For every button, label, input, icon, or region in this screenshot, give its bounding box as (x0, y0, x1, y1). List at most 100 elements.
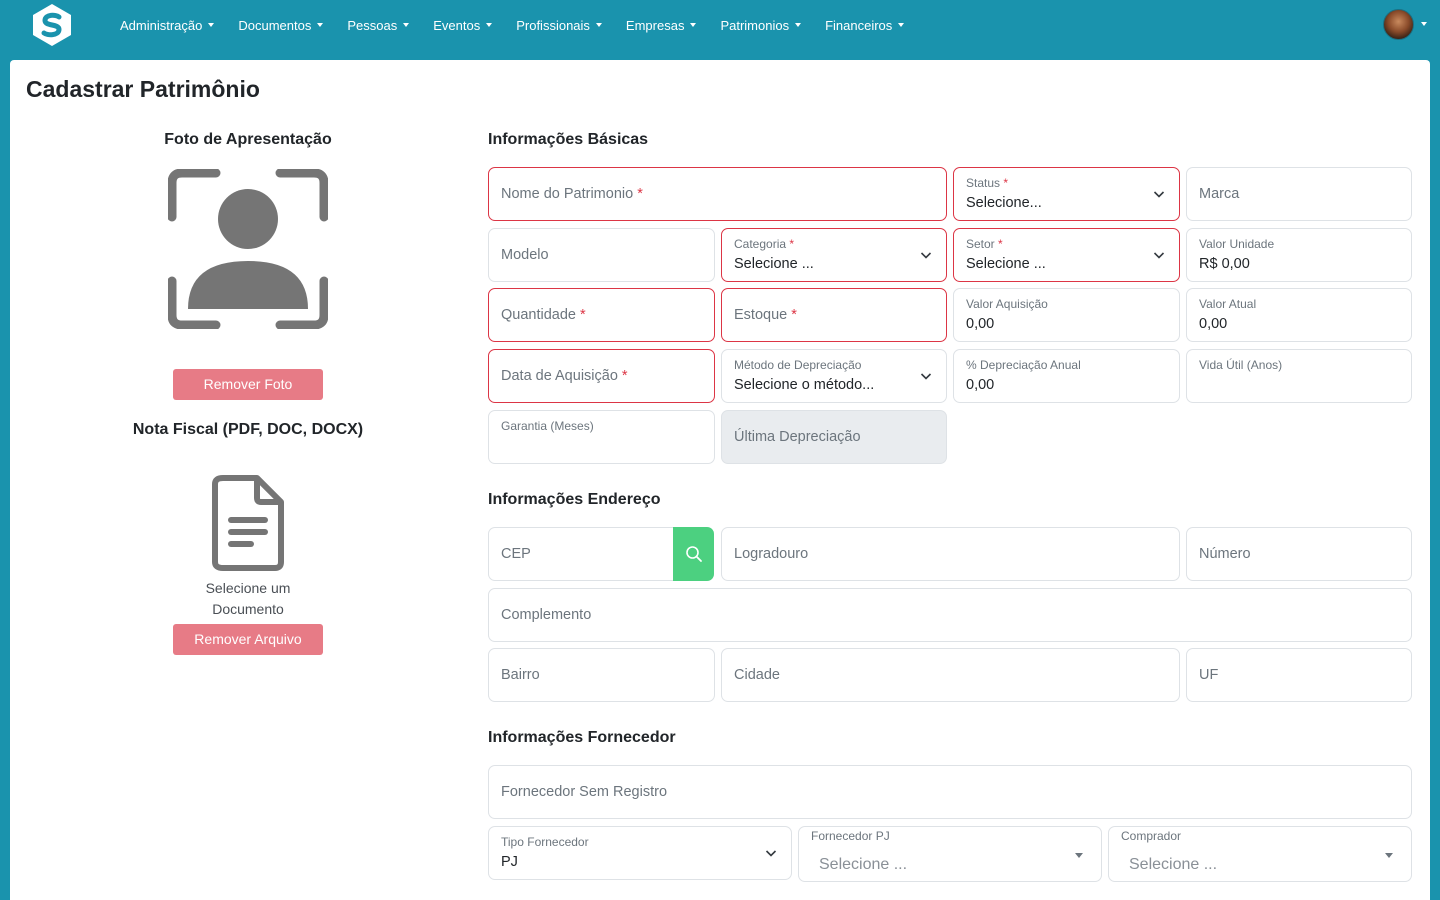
ultima-depreciacao-placeholder: Última Depreciação (734, 429, 861, 445)
label-text: Status (966, 176, 1001, 190)
caret-down-icon (317, 23, 324, 27)
complemento-input[interactable]: Complemento (488, 588, 1412, 642)
complemento-placeholder: Complemento (501, 607, 592, 623)
valor-aquisicao-input[interactable]: Valor Aquisição 0,00 (953, 288, 1180, 342)
caret-down-icon (795, 23, 802, 27)
photo-heading: Foto de Apresentação (164, 131, 332, 148)
main-nav-menu: Administração Documentos Pessoas Eventos… (120, 0, 928, 50)
valor-atual-value: 0,00 (1199, 316, 1228, 332)
modelo-input[interactable]: Modelo (488, 228, 715, 282)
chevron-down-icon (920, 373, 932, 380)
chevron-down-icon (1153, 252, 1165, 259)
nome-patrimonio-placeholder: Nome do Patrimonio * (501, 186, 643, 202)
nav-item-label: Pessoas (347, 17, 398, 33)
uf-input[interactable]: UF (1186, 648, 1412, 702)
vida-util-input[interactable]: Vida Útil (Anos) (1186, 349, 1412, 403)
metodo-depreciacao-select[interactable]: Método de Depreciação Selecione o método… (721, 349, 947, 403)
valor-unidade-label: Valor Unidade (1199, 237, 1275, 251)
garantia-label: Garantia (Meses) (501, 419, 594, 433)
basic-info-heading: Informações Básicas (488, 131, 649, 148)
depreciacao-anual-input[interactable]: % Depreciação Anual 0,00 (953, 349, 1180, 403)
caret-down-icon (898, 23, 905, 27)
bairro-input[interactable]: Bairro (488, 648, 715, 702)
modelo-placeholder: Modelo (501, 247, 549, 263)
user-photo-placeholder-icon[interactable] (168, 169, 328, 329)
status-select[interactable]: Status * Selecione... (953, 167, 1180, 221)
metodo-depreciacao-label: Método de Depreciação (734, 358, 862, 372)
nav-item-label: Financeiros (825, 17, 893, 33)
required-marker: * (580, 307, 586, 323)
cep-search-button[interactable] (673, 527, 714, 581)
cidade-input[interactable]: Cidade (721, 648, 1180, 702)
nav-item-pessoas[interactable]: Pessoas (347, 17, 410, 33)
invoice-heading: Nota Fiscal (PDF, DOC, DOCX) (132, 421, 364, 438)
select-document-text[interactable]: Selecione um Documento (173, 578, 323, 620)
setor-select[interactable]: Setor * Selecione ... (953, 228, 1180, 282)
placeholder-text: Data de Aquisição (501, 368, 618, 384)
status-label: Status * (966, 176, 1008, 190)
nav-item-label: Eventos (433, 17, 481, 33)
quantidade-input[interactable]: Quantidade * (488, 288, 715, 342)
logradouro-input[interactable]: Logradouro (721, 527, 1180, 581)
required-marker: * (621, 368, 628, 384)
chevron-down-icon (1153, 191, 1165, 198)
nav-item-eventos[interactable]: Eventos (433, 17, 493, 33)
vida-util-label: Vida Útil (Anos) (1199, 358, 1283, 372)
main-card: Cadastrar Patrimônio Foto de Apresentaçã… (10, 60, 1430, 900)
nav-item-label: Patrimonios (720, 17, 790, 33)
tipo-fornecedor-value: PJ (501, 854, 518, 870)
remove-photo-button[interactable]: Remover Foto (173, 369, 323, 400)
label-text: Setor (966, 237, 995, 251)
chevron-down-icon (920, 252, 932, 259)
caret-down-icon (690, 23, 697, 27)
nav-item-empresas[interactable]: Empresas (626, 18, 697, 33)
placeholder-text: Quantidade (501, 307, 576, 323)
depreciacao-anual-value: 0,00 (966, 377, 995, 393)
bairro-placeholder: Bairro (501, 667, 540, 683)
user-avatar[interactable] (1383, 9, 1414, 40)
tipo-fornecedor-select[interactable]: Tipo Fornecedor PJ (488, 826, 792, 880)
search-icon (685, 546, 702, 562)
caret-down-icon (1385, 853, 1393, 858)
required-marker: * (998, 237, 1003, 251)
required-marker: * (789, 237, 795, 251)
caret-down-icon (208, 23, 215, 27)
s-logo-icon[interactable] (30, 3, 74, 47)
caret-down-icon (595, 23, 602, 27)
nav-item-administracao[interactable]: Administração (120, 17, 215, 33)
nav-item-profissionais[interactable]: Profissionais (516, 18, 602, 33)
nav-item-patrimonios[interactable]: Patrimonios (720, 17, 802, 33)
estoque-placeholder: Estoque * (734, 307, 797, 323)
numero-input[interactable]: Número (1186, 527, 1412, 581)
caret-down-icon[interactable] (1421, 22, 1427, 26)
fornecedor-pj-placeholder: Selecione ... (819, 856, 908, 873)
comprador-select[interactable]: Comprador Selecione ... (1108, 826, 1412, 882)
remove-file-button[interactable]: Remover Arquivo (173, 624, 323, 655)
garantia-input[interactable]: Garantia (Meses) (488, 410, 715, 464)
required-marker: * (1003, 176, 1009, 190)
setor-value: Selecione ... (966, 256, 1046, 272)
valor-unidade-input[interactable]: Valor Unidade R$ 0,00 (1186, 228, 1412, 282)
fornecedor-pj-select[interactable]: Fornecedor PJ Selecione ... (798, 826, 1102, 882)
estoque-input[interactable]: Estoque * (721, 288, 947, 342)
document-icon[interactable] (211, 474, 285, 572)
nome-patrimonio-input[interactable]: Nome do Patrimonio * (488, 167, 947, 221)
label-text: Categoria (734, 237, 787, 251)
marca-input[interactable]: Marca (1186, 167, 1412, 221)
uf-placeholder: UF (1199, 667, 1219, 683)
cep-input[interactable]: CEP (488, 527, 679, 581)
categoria-select[interactable]: Categoria * Selecione ... (721, 228, 947, 282)
nav-item-label: Documentos (238, 17, 312, 33)
quantidade-placeholder: Quantidade * (501, 307, 586, 323)
cep-placeholder: CEP (501, 546, 531, 562)
nav-item-documentos[interactable]: Documentos (238, 17, 324, 33)
tipo-fornecedor-label: Tipo Fornecedor (501, 835, 589, 849)
fornecedor-sem-registro-input[interactable]: Fornecedor Sem Registro (488, 765, 1412, 819)
valor-atual-input[interactable]: Valor Atual 0,00 (1186, 288, 1412, 342)
chevron-down-icon (765, 850, 777, 857)
nav-item-financeiros[interactable]: Financeiros (825, 17, 905, 33)
data-aquisicao-input[interactable]: Data de Aquisição * (488, 349, 715, 403)
setor-label: Setor * (966, 237, 1003, 251)
top-navbar: Administração Documentos Pessoas Eventos… (0, 0, 1440, 50)
nav-item-label: Administração (120, 17, 203, 33)
